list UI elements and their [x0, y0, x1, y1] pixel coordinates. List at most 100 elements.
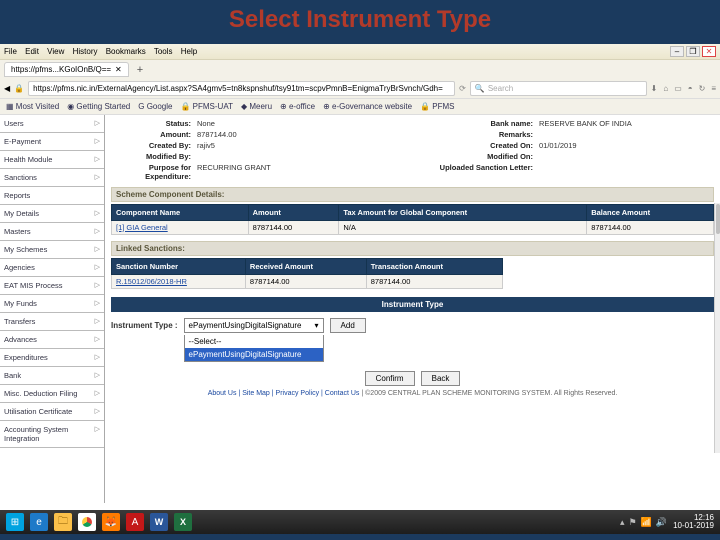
footer-links[interactable]: About Us | Site Map | Privacy Policy | C… — [208, 390, 360, 397]
menu-edit[interactable]: Edit — [25, 47, 39, 56]
confirm-button[interactable]: Confirm — [365, 371, 415, 386]
browser-window: File Edit View History Bookmarks Tools H… — [0, 44, 720, 534]
explorer-icon[interactable]: 🗀 — [54, 513, 72, 531]
back-button[interactable]: Back — [421, 371, 461, 386]
th-sanction-no: Sanction Number — [112, 259, 246, 275]
bankname-label: Bank name: — [383, 119, 533, 128]
purpose-label: Purpose for Expenditure: — [111, 163, 191, 181]
bookmark-pfms-uat[interactable]: 🔒 PFMS-UAT — [180, 102, 232, 111]
menu-view[interactable]: View — [47, 47, 64, 56]
address-field[interactable]: https://pfms.nic.in/ExternalAgency/List.… — [28, 81, 455, 96]
scrollbar-thumb[interactable] — [716, 204, 720, 234]
instrument-type-header: Instrument Type — [111, 297, 714, 312]
sidebar-item-agencies[interactable]: Agencies▷ — [0, 259, 104, 277]
chevron-right-icon: ▷ — [95, 389, 100, 398]
lock-icon: 🔒 — [14, 84, 24, 93]
reload-icon[interactable]: ⟳ — [459, 84, 466, 93]
tray-sound-icon[interactable]: 🔊 — [656, 517, 667, 528]
sidebar-item-mydetails[interactable]: My Details▷ — [0, 205, 104, 223]
menu-bookmarks[interactable]: Bookmarks — [106, 47, 146, 56]
excel-icon[interactable] — [174, 513, 192, 531]
sidebar-item-sanctions[interactable]: Sanctions▷ — [0, 169, 104, 187]
clock-date: 10-01-2019 — [673, 522, 714, 530]
th-txn: Transaction Amount — [366, 259, 502, 275]
chevron-right-icon: ▷ — [95, 209, 100, 218]
sidebar-item-bank[interactable]: Bank▷ — [0, 367, 104, 385]
bookmark-pfms[interactable]: 🔒 PFMS — [420, 102, 454, 111]
chevron-right-icon: ▷ — [95, 425, 100, 443]
option-select[interactable]: --Select-- — [185, 335, 323, 348]
downloads-icon[interactable]: ⬇ — [651, 84, 658, 93]
pocket-icon[interactable]: ◓ — [688, 84, 693, 93]
word-icon[interactable] — [150, 513, 168, 531]
cell-amount: 8787144.00 — [248, 221, 339, 235]
sidebar-item-reports[interactable]: Reports — [0, 187, 104, 205]
amount-value: 8787144.00 — [197, 130, 377, 139]
chrome-icon[interactable] — [78, 513, 96, 531]
sanction-link[interactable]: R.15012/06/2018-HR — [116, 277, 187, 286]
option-epayment-dsc[interactable]: ePaymentUsingDigitalSignature — [185, 348, 323, 361]
tray-flag-icon[interactable]: ⚑ — [629, 517, 637, 528]
tab-strip: https://pfms...KGoIOnB/Q== ✕ + — [0, 60, 720, 79]
sidebar-item-miscdeduction[interactable]: Misc. Deduction Filing▷ — [0, 385, 104, 403]
tab-label: https://pfms...KGoIOnB/Q== — [11, 65, 111, 74]
sidebar-item-acctsys[interactable]: Accounting System Integration▷ — [0, 421, 104, 448]
tab-close-icon[interactable]: ✕ — [115, 65, 122, 74]
bookmark-meeru[interactable]: ◆ Meeru — [241, 102, 272, 111]
close-button[interactable]: ✕ — [702, 46, 716, 57]
tray-arrow-icon[interactable]: ▴ — [620, 517, 625, 528]
sidebar-item-health[interactable]: Health Module▷ — [0, 151, 104, 169]
purpose-value: RECURRING GRANT — [197, 163, 377, 181]
bookmark-eoffice[interactable]: ⊕ e-office — [280, 102, 315, 111]
new-tab-button[interactable]: + — [133, 64, 147, 76]
minimize-button[interactable]: – — [670, 46, 684, 57]
sidebar-item-transfers[interactable]: Transfers▷ — [0, 313, 104, 331]
sidebar-item-advances[interactable]: Advances▷ — [0, 331, 104, 349]
chevron-right-icon: ▷ — [95, 263, 100, 272]
component-link[interactable]: [1] GIA General — [116, 223, 168, 232]
sidebar-item-users[interactable]: Users▷ — [0, 115, 104, 133]
th-tax: Tax Amount for Global Component — [339, 205, 587, 221]
sidebar-item-masters[interactable]: Masters▷ — [0, 223, 104, 241]
createdby-label: Created By: — [111, 141, 191, 150]
home-icon[interactable]: ⌂ — [663, 84, 668, 93]
bookmarks-icon[interactable]: ▭ — [674, 84, 682, 93]
sidebar-item-myschemes[interactable]: My Schemes▷ — [0, 241, 104, 259]
scrollbar[interactable] — [714, 203, 720, 453]
tray-network-icon[interactable]: 📶 — [641, 517, 652, 528]
firefox-icon[interactable]: 🦊 — [102, 513, 120, 531]
system-clock[interactable]: 12:16 10-01-2019 — [673, 514, 714, 530]
sidebar-item-utilcert[interactable]: Utilisation Certificate▷ — [0, 403, 104, 421]
menu-history[interactable]: History — [73, 47, 98, 56]
bookmark-getting-started[interactable]: ◉ Getting Started — [67, 102, 130, 111]
restore-button[interactable]: ❐ — [686, 46, 700, 57]
url-bar: ◀ 🔒 https://pfms.nic.in/ExternalAgency/L… — [0, 79, 720, 99]
add-button[interactable]: Add — [330, 318, 366, 333]
menu-file[interactable]: File — [4, 47, 17, 56]
browser-tab[interactable]: https://pfms...KGoIOnB/Q== ✕ — [4, 62, 129, 77]
search-box[interactable]: 🔍 Search — [470, 81, 647, 96]
instrument-type-label: Instrument Type : — [111, 318, 178, 330]
sync-icon[interactable]: ↻ — [699, 84, 706, 93]
chevron-right-icon: ▷ — [95, 227, 100, 236]
remarks-value — [539, 130, 649, 139]
start-button[interactable]: ⊞ — [6, 513, 24, 531]
bookmark-most-visited[interactable]: ▦ Most Visited — [6, 102, 59, 111]
sidebar-item-myfunds[interactable]: My Funds▷ — [0, 295, 104, 313]
bookmark-google[interactable]: G Google — [138, 102, 172, 111]
bookmark-egov[interactable]: ⊕ e-Governance website — [323, 102, 412, 111]
adobe-icon[interactable]: A — [126, 513, 144, 531]
status-value: None — [197, 119, 377, 128]
menu-tools[interactable]: Tools — [154, 47, 173, 56]
menu-icon[interactable]: ≡ — [711, 84, 716, 93]
instrument-type-select[interactable]: ePaymentUsingDigitalSignature ▾ --Select… — [184, 318, 324, 333]
sidebar-item-eatmis[interactable]: EAT MIS Process▷ — [0, 277, 104, 295]
ie-icon[interactable]: e — [30, 513, 48, 531]
chevron-right-icon: ▷ — [95, 245, 100, 254]
nav-back-icon[interactable]: ◀ — [4, 84, 10, 93]
uploadletter-value — [539, 163, 649, 181]
chevron-right-icon: ▷ — [95, 119, 100, 128]
sidebar-item-expenditures[interactable]: Expenditures▷ — [0, 349, 104, 367]
menu-help[interactable]: Help — [181, 47, 197, 56]
sidebar-item-epayment[interactable]: E-Payment▷ — [0, 133, 104, 151]
